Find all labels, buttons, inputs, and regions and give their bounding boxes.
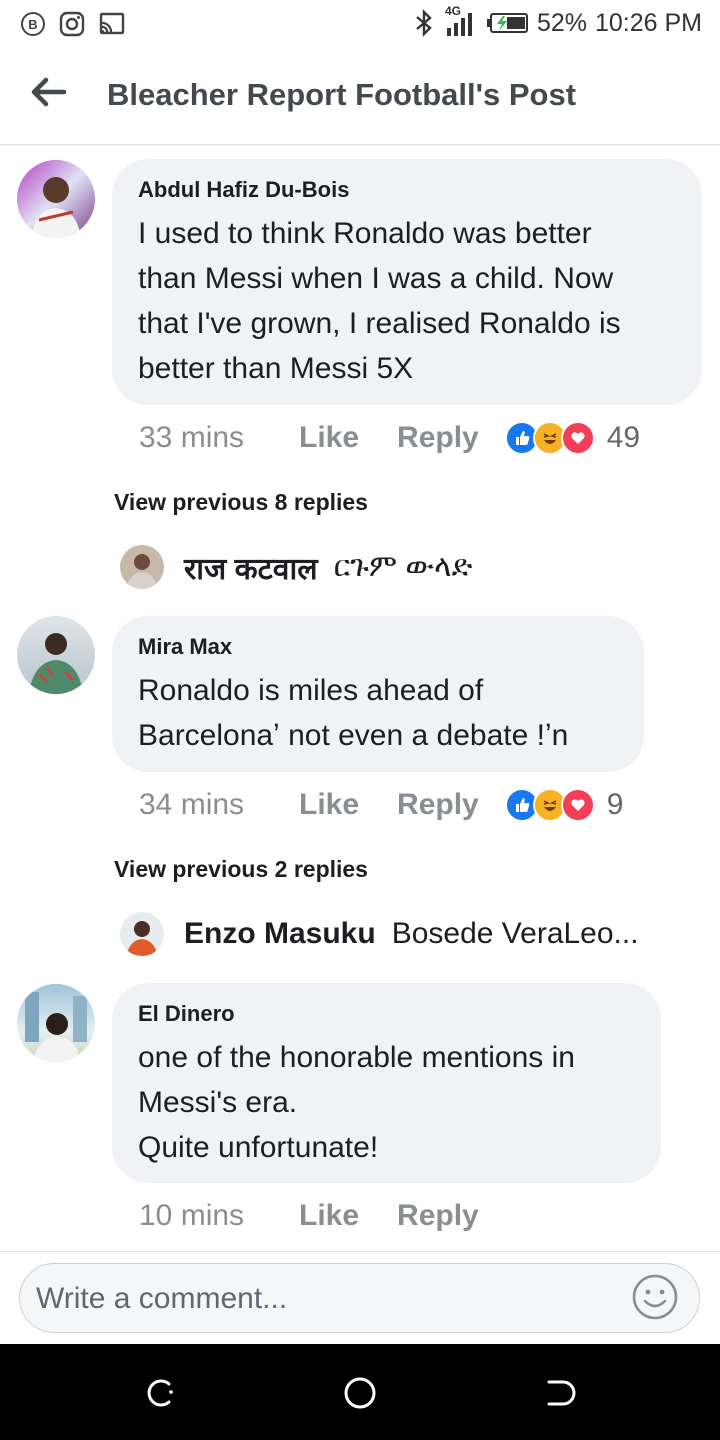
bluetooth-icon — [416, 9, 432, 37]
signal-icon: 4G — [443, 4, 479, 38]
like-button[interactable]: Like — [299, 788, 359, 822]
like-button[interactable]: Like — [299, 421, 359, 455]
comment-input-container[interactable] — [19, 1263, 700, 1333]
comment-author[interactable]: Mira Max — [138, 634, 618, 660]
reaction-count: 49 — [606, 421, 641, 454]
avatar[interactable] — [17, 616, 95, 694]
comment-bubble: El Dinero one of the honorable mentions … — [112, 983, 661, 1183]
page-title: Bleacher Report Football's Post — [107, 77, 577, 112]
view-previous-replies[interactable]: View previous 8 replies — [114, 489, 368, 516]
comment-time: 33 mins — [139, 421, 245, 454]
comment-actions: 10 mins Like Reply — [139, 1199, 479, 1233]
reply-author: राज कटवाल — [184, 552, 318, 586]
battery-percent: 52% — [536, 8, 587, 37]
comment-composer — [0, 1251, 720, 1345]
back-nav-icon[interactable] — [543, 1376, 577, 1410]
reply-avatar — [120, 912, 164, 956]
comment-text: one of the honorable mentions in Messi's… — [138, 1041, 575, 1164]
view-previous-replies[interactable]: View previous 2 replies — [114, 856, 368, 883]
comment-author[interactable]: Abdul Hafiz Du-Bois — [138, 177, 676, 203]
reply-button[interactable]: Reply — [397, 421, 479, 455]
svg-text:B: B — [28, 17, 37, 32]
love-reaction-icon — [560, 421, 595, 455]
comment-text: Ronaldo is miles ahead of Barcelonaʼ not… — [138, 674, 569, 752]
reply-avatar — [120, 545, 164, 589]
reply-text: Bosede VeraLeo... — [391, 917, 639, 950]
status-right: 4G 52% 10:26 PM — [413, 4, 702, 38]
reactions[interactable]: 9 — [504, 788, 624, 822]
header: Bleacher Report Football's Post — [0, 50, 720, 145]
comment-bubble: Abdul Hafiz Du-Bois I used to think Rona… — [112, 159, 702, 405]
reaction-count: 9 — [606, 788, 624, 821]
love-reaction-icon — [560, 788, 595, 822]
avatar[interactable] — [17, 984, 95, 1062]
home-icon[interactable] — [343, 1376, 377, 1410]
bereal-icon: B — [21, 12, 45, 36]
reply-preview[interactable]: राज कटवाल ርጉም ውላድ — [120, 545, 472, 589]
comment-actions: 34 mins Like Reply 9 — [139, 788, 623, 822]
comment-time: 34 mins — [139, 788, 245, 821]
reactions[interactable]: 49 — [504, 421, 641, 455]
battery-icon — [486, 13, 528, 33]
avatar[interactable] — [17, 160, 95, 238]
emoji-icon[interactable] — [631, 1273, 679, 1321]
like-button[interactable]: Like — [299, 1199, 359, 1233]
reply-text: ርጉም ውላድ — [333, 550, 473, 583]
status-bar: B 4G 52% 10:26 PM — [0, 0, 720, 50]
navigation-bar — [0, 1344, 720, 1440]
instagram-icon — [59, 11, 85, 37]
reply-author: Enzo Masuku — [184, 917, 376, 950]
cast-icon — [99, 12, 125, 35]
comment-time: 10 mins — [139, 1199, 245, 1232]
reply-button[interactable]: Reply — [397, 788, 479, 822]
comment-bubble: Mira Max Ronaldo is miles ahead of Barce… — [112, 616, 644, 772]
back-arrow-icon[interactable] — [28, 72, 68, 112]
comment-input[interactable] — [34, 1276, 618, 1322]
comment-author[interactable]: El Dinero — [138, 1001, 635, 1027]
comment-text: I used to think Ronaldo was better than … — [138, 217, 621, 385]
recent-apps-icon[interactable] — [143, 1376, 177, 1410]
clock: 10:26 PM — [594, 8, 702, 37]
reply-preview[interactable]: Enzo Masuku Bosede VeraLeo... — [120, 912, 639, 956]
reply-button[interactable]: Reply — [397, 1199, 479, 1233]
comment-actions: 33 mins Like Reply 49 — [139, 421, 640, 455]
